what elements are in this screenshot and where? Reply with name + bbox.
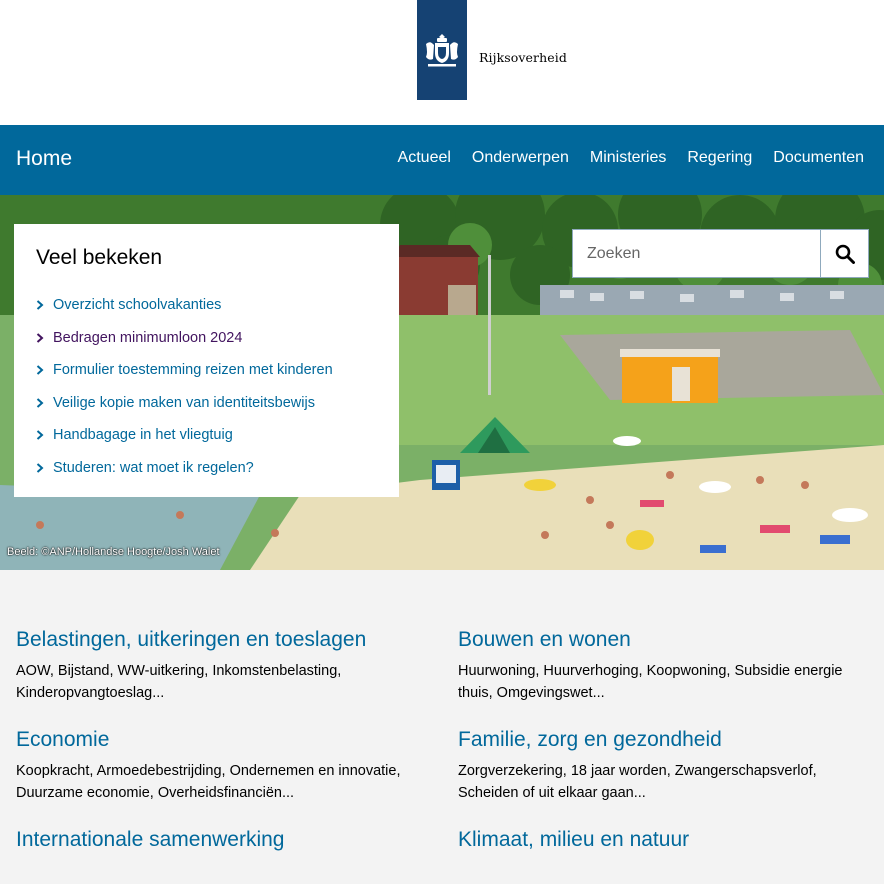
rijksoverheid-logo[interactable] [417, 0, 467, 100]
coat-of-arms-icon [426, 34, 458, 67]
popular-link[interactable]: Veilige kopie maken van identiteitsbewij… [53, 395, 315, 411]
popular-link[interactable]: Handbagage in het vliegtuig [53, 427, 233, 443]
topic-link[interactable]: Bouwen en wonen [458, 628, 631, 651]
popular-title: Veel bekeken [36, 246, 163, 269]
nav-item-ministeries[interactable]: Ministeries [590, 149, 666, 167]
chevron-right-icon [36, 430, 48, 440]
popular-item: Overzicht schoolvakanties [36, 289, 377, 322]
chevron-right-icon [36, 333, 48, 343]
topic-link[interactable]: Klimaat, milieu en natuur [458, 828, 689, 851]
topic-link[interactable]: Economie [16, 728, 109, 751]
brand-name: Rijksoverheid [479, 50, 567, 65]
topic-summary: Koopkracht, Armoedebestrijding, Ondernem… [16, 763, 401, 802]
topic-title: Economie [16, 728, 458, 751]
topics-grid: Belastingen, uitkeringen en toeslagen AO… [16, 628, 868, 860]
topic-title: Klimaat, milieu en natuur [458, 828, 868, 851]
topic-card: Economie Koopkracht, Armoedebestrijding,… [16, 728, 458, 804]
popular-link[interactable]: Formulier toestemming reizen met kindere… [53, 362, 333, 378]
popular-item: Handbagage in het vliegtuig [36, 419, 377, 452]
topic-card: Klimaat, milieu en natuur [458, 828, 868, 860]
topic-title: Belastingen, uitkeringen en toeslagen [16, 628, 458, 651]
chevron-right-icon [36, 463, 48, 473]
nav-home-link[interactable]: Home [16, 147, 72, 171]
search-form [572, 229, 869, 278]
nav-item-regering[interactable]: Regering [687, 149, 752, 167]
topic-link[interactable]: Belastingen, uitkeringen en toeslagen [16, 628, 366, 651]
chevron-right-icon [36, 365, 48, 375]
topic-link[interactable]: Internationale samenwerking [16, 828, 285, 851]
popular-link[interactable]: Studeren: wat moet ik regelen? [53, 460, 254, 476]
nav-item-documenten[interactable]: Documenten [773, 149, 864, 167]
topic-summary: Zorgverzekering, 18 jaar worden, Zwanger… [458, 763, 817, 802]
nav-item-onderwerpen[interactable]: Onderwerpen [472, 149, 569, 167]
topic-summary: Huurwoning, Huurverhoging, Koopwoning, S… [458, 663, 843, 702]
search-icon [835, 244, 855, 264]
topic-title: Familie, zorg en gezondheid [458, 728, 868, 751]
chevron-right-icon [36, 398, 48, 408]
popular-item: Bedragen minimumloon 2024 [36, 322, 377, 355]
topic-card: Familie, zorg en gezondheid Zorgverzeker… [458, 728, 868, 804]
nav-menu: Actueel Onderwerpen Ministeries Regering… [377, 149, 864, 167]
popular-item: Studeren: wat moet ik regelen? [36, 452, 377, 485]
popular-links-list: Overzicht schoolvakanties Bedragen minim… [36, 289, 377, 484]
topic-card: Belastingen, uitkeringen en toeslagen AO… [16, 628, 458, 704]
search-input[interactable] [572, 229, 820, 278]
popular-links-panel: Veel bekeken Overzicht schoolvakanties B… [14, 224, 399, 497]
topics-section: Belastingen, uitkeringen en toeslagen AO… [0, 570, 884, 884]
popular-item: Formulier toestemming reizen met kindere… [36, 354, 377, 387]
topic-title: Bouwen en wonen [458, 628, 868, 651]
popular-link[interactable]: Bedragen minimumloon 2024 [53, 330, 242, 346]
topic-title: Internationale samenwerking [16, 828, 458, 851]
topic-summary: AOW, Bijstand, WW-uitkering, Inkomstenbe… [16, 663, 342, 702]
topic-card: Internationale samenwerking [16, 828, 458, 860]
popular-link[interactable]: Overzicht schoolvakanties [53, 297, 221, 313]
search-button[interactable] [820, 229, 869, 278]
nav-item-actueel[interactable]: Actueel [398, 149, 451, 167]
photo-credit: Beeld: ©ANP/Hollandse Hoogte/Josh Walet [7, 546, 220, 558]
hero-banner: Veel bekeken Overzicht schoolvakanties B… [0, 195, 884, 570]
site-header: Rijksoverheid [0, 0, 884, 125]
main-navigation: Home Actueel Onderwerpen Ministeries Reg… [0, 125, 884, 195]
chevron-right-icon [36, 300, 48, 310]
topic-card: Bouwen en wonen Huurwoning, Huurverhogin… [458, 628, 868, 704]
popular-item: Veilige kopie maken van identiteitsbewij… [36, 387, 377, 420]
topic-link[interactable]: Familie, zorg en gezondheid [458, 728, 722, 751]
